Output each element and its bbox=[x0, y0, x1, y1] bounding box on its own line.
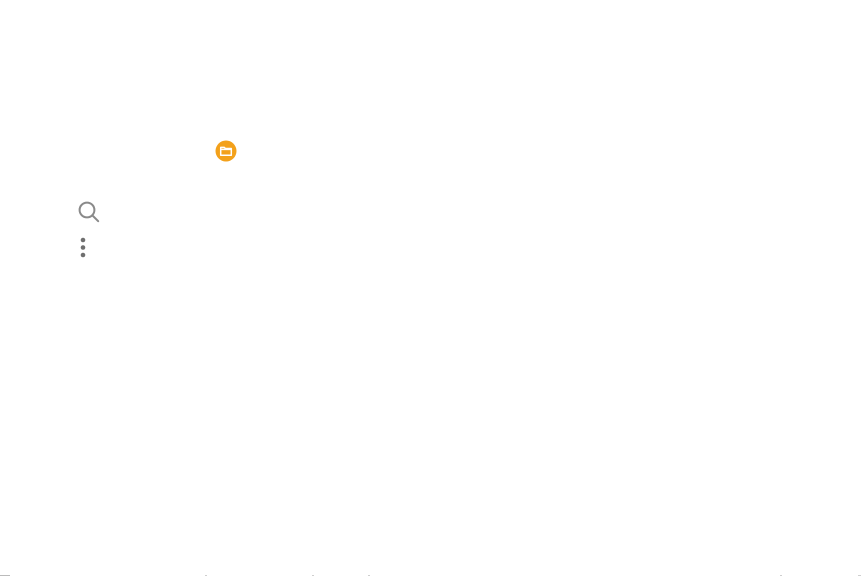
my-files-app-icon bbox=[215, 140, 237, 162]
search-icon[interactable] bbox=[77, 200, 100, 223]
more-options-icon[interactable] bbox=[77, 237, 89, 258]
